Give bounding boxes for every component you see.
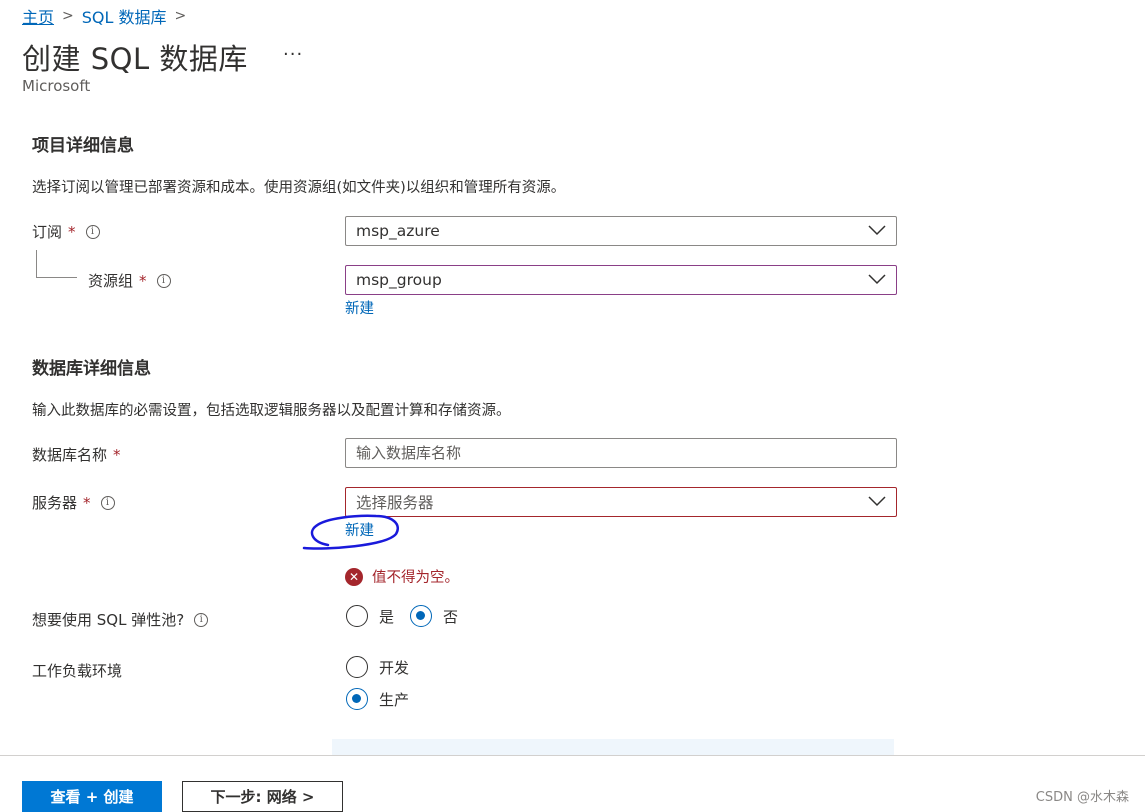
project-details-heading: 项目详细信息 [32,136,134,156]
error-icon: ✕ [345,567,363,586]
new-server-link[interactable]: 新建 [345,519,374,540]
server-dropdown[interactable]: 选择服务器 [345,487,897,517]
elastic-pool-label-text: 想要使用 SQL 弹性池? [32,611,185,629]
radio-unchecked-icon [346,656,368,678]
required-marker: * [83,493,91,512]
subscription-value: msp_azure [356,222,440,240]
workload-dev-label: 开发 [379,658,410,677]
publisher-label: Microsoft [22,77,91,95]
radio-checked-icon [410,605,432,627]
next-networking-button[interactable]: 下一步: 网络 > [182,781,343,812]
breadcrumb-separator-icon: > [62,8,74,24]
chevron-down-icon [868,496,886,507]
review-create-button[interactable]: 查看 + 创建 [22,781,162,812]
workload-dev-radio[interactable]: 开发 [346,656,409,678]
workload-label-text: 工作负载环境 [32,662,123,680]
database-name-input[interactable] [345,438,897,468]
workload-prod-label: 生产 [379,690,410,709]
radio-unchecked-icon [346,605,368,627]
breadcrumb: 主页 > SQL 数据库 > [22,4,194,28]
required-marker: * [68,222,76,241]
info-icon[interactable]: i [100,495,115,510]
database-details-description: 输入此数据库的必需设置，包括选取逻辑服务器以及配置计算和存储资源。 [32,403,511,419]
server-error-message: ✕ 值不得为空。 [345,566,459,587]
tree-connector [36,277,77,278]
server-label: 服务器 * i [32,492,115,513]
project-details-description: 选择订阅以管理已部署资源和成本。使用资源组(如文件夹)以组织和管理所有资源。 [32,180,566,196]
workload-label: 工作负载环境 [32,660,122,681]
tree-connector [36,250,37,277]
elastic-pool-no-radio[interactable]: 否 [410,605,458,627]
chevron-down-icon [868,225,886,236]
subscription-label: 订阅 * i [32,221,100,242]
watermark: CSDN @水木森 [1035,790,1129,805]
resource-group-label: 资源组 * i [88,270,171,291]
info-icon[interactable]: i [194,612,209,627]
resource-group-value: msp_group [356,271,442,289]
database-name-label-text: 数据库名称 [32,446,108,464]
server-error-text: 值不得为空。 [372,570,459,586]
resource-group-label-text: 资源组 [88,272,134,290]
footer-bar: 查看 + 创建 下一步: 网络 > CSDN @水木森 [0,755,1145,812]
required-marker: * [113,445,121,464]
workload-prod-radio[interactable]: 生产 [346,688,409,710]
page-title: 创建 SQL 数据库 [22,42,248,76]
subscription-label-text: 订阅 [32,223,63,241]
server-label-text: 服务器 [32,494,78,512]
breadcrumb-separator-icon: > [174,8,187,24]
elastic-pool-no-label: 否 [443,607,459,626]
elastic-pool-yes-radio[interactable]: 是 [346,605,394,627]
elastic-pool-yes-label: 是 [379,607,395,626]
database-name-label: 数据库名称 * [32,444,121,465]
info-icon[interactable]: i [85,224,100,239]
info-icon[interactable]: i [156,273,171,288]
server-placeholder: 选择服务器 [356,494,434,512]
resource-group-dropdown[interactable]: msp_group [345,265,897,295]
more-actions-icon[interactable]: ··· [283,44,303,65]
elastic-pool-label: 想要使用 SQL 弹性池? i [32,609,209,630]
breadcrumb-home-link[interactable]: 主页 [22,4,54,28]
chevron-down-icon [868,274,886,285]
required-marker: * [139,271,147,290]
breadcrumb-sql-database-link[interactable]: SQL 数据库 [82,4,167,28]
database-details-heading: 数据库详细信息 [32,359,151,379]
radio-checked-icon [346,688,368,710]
subscription-dropdown[interactable]: msp_azure [345,216,897,246]
new-resource-group-link[interactable]: 新建 [345,297,374,318]
